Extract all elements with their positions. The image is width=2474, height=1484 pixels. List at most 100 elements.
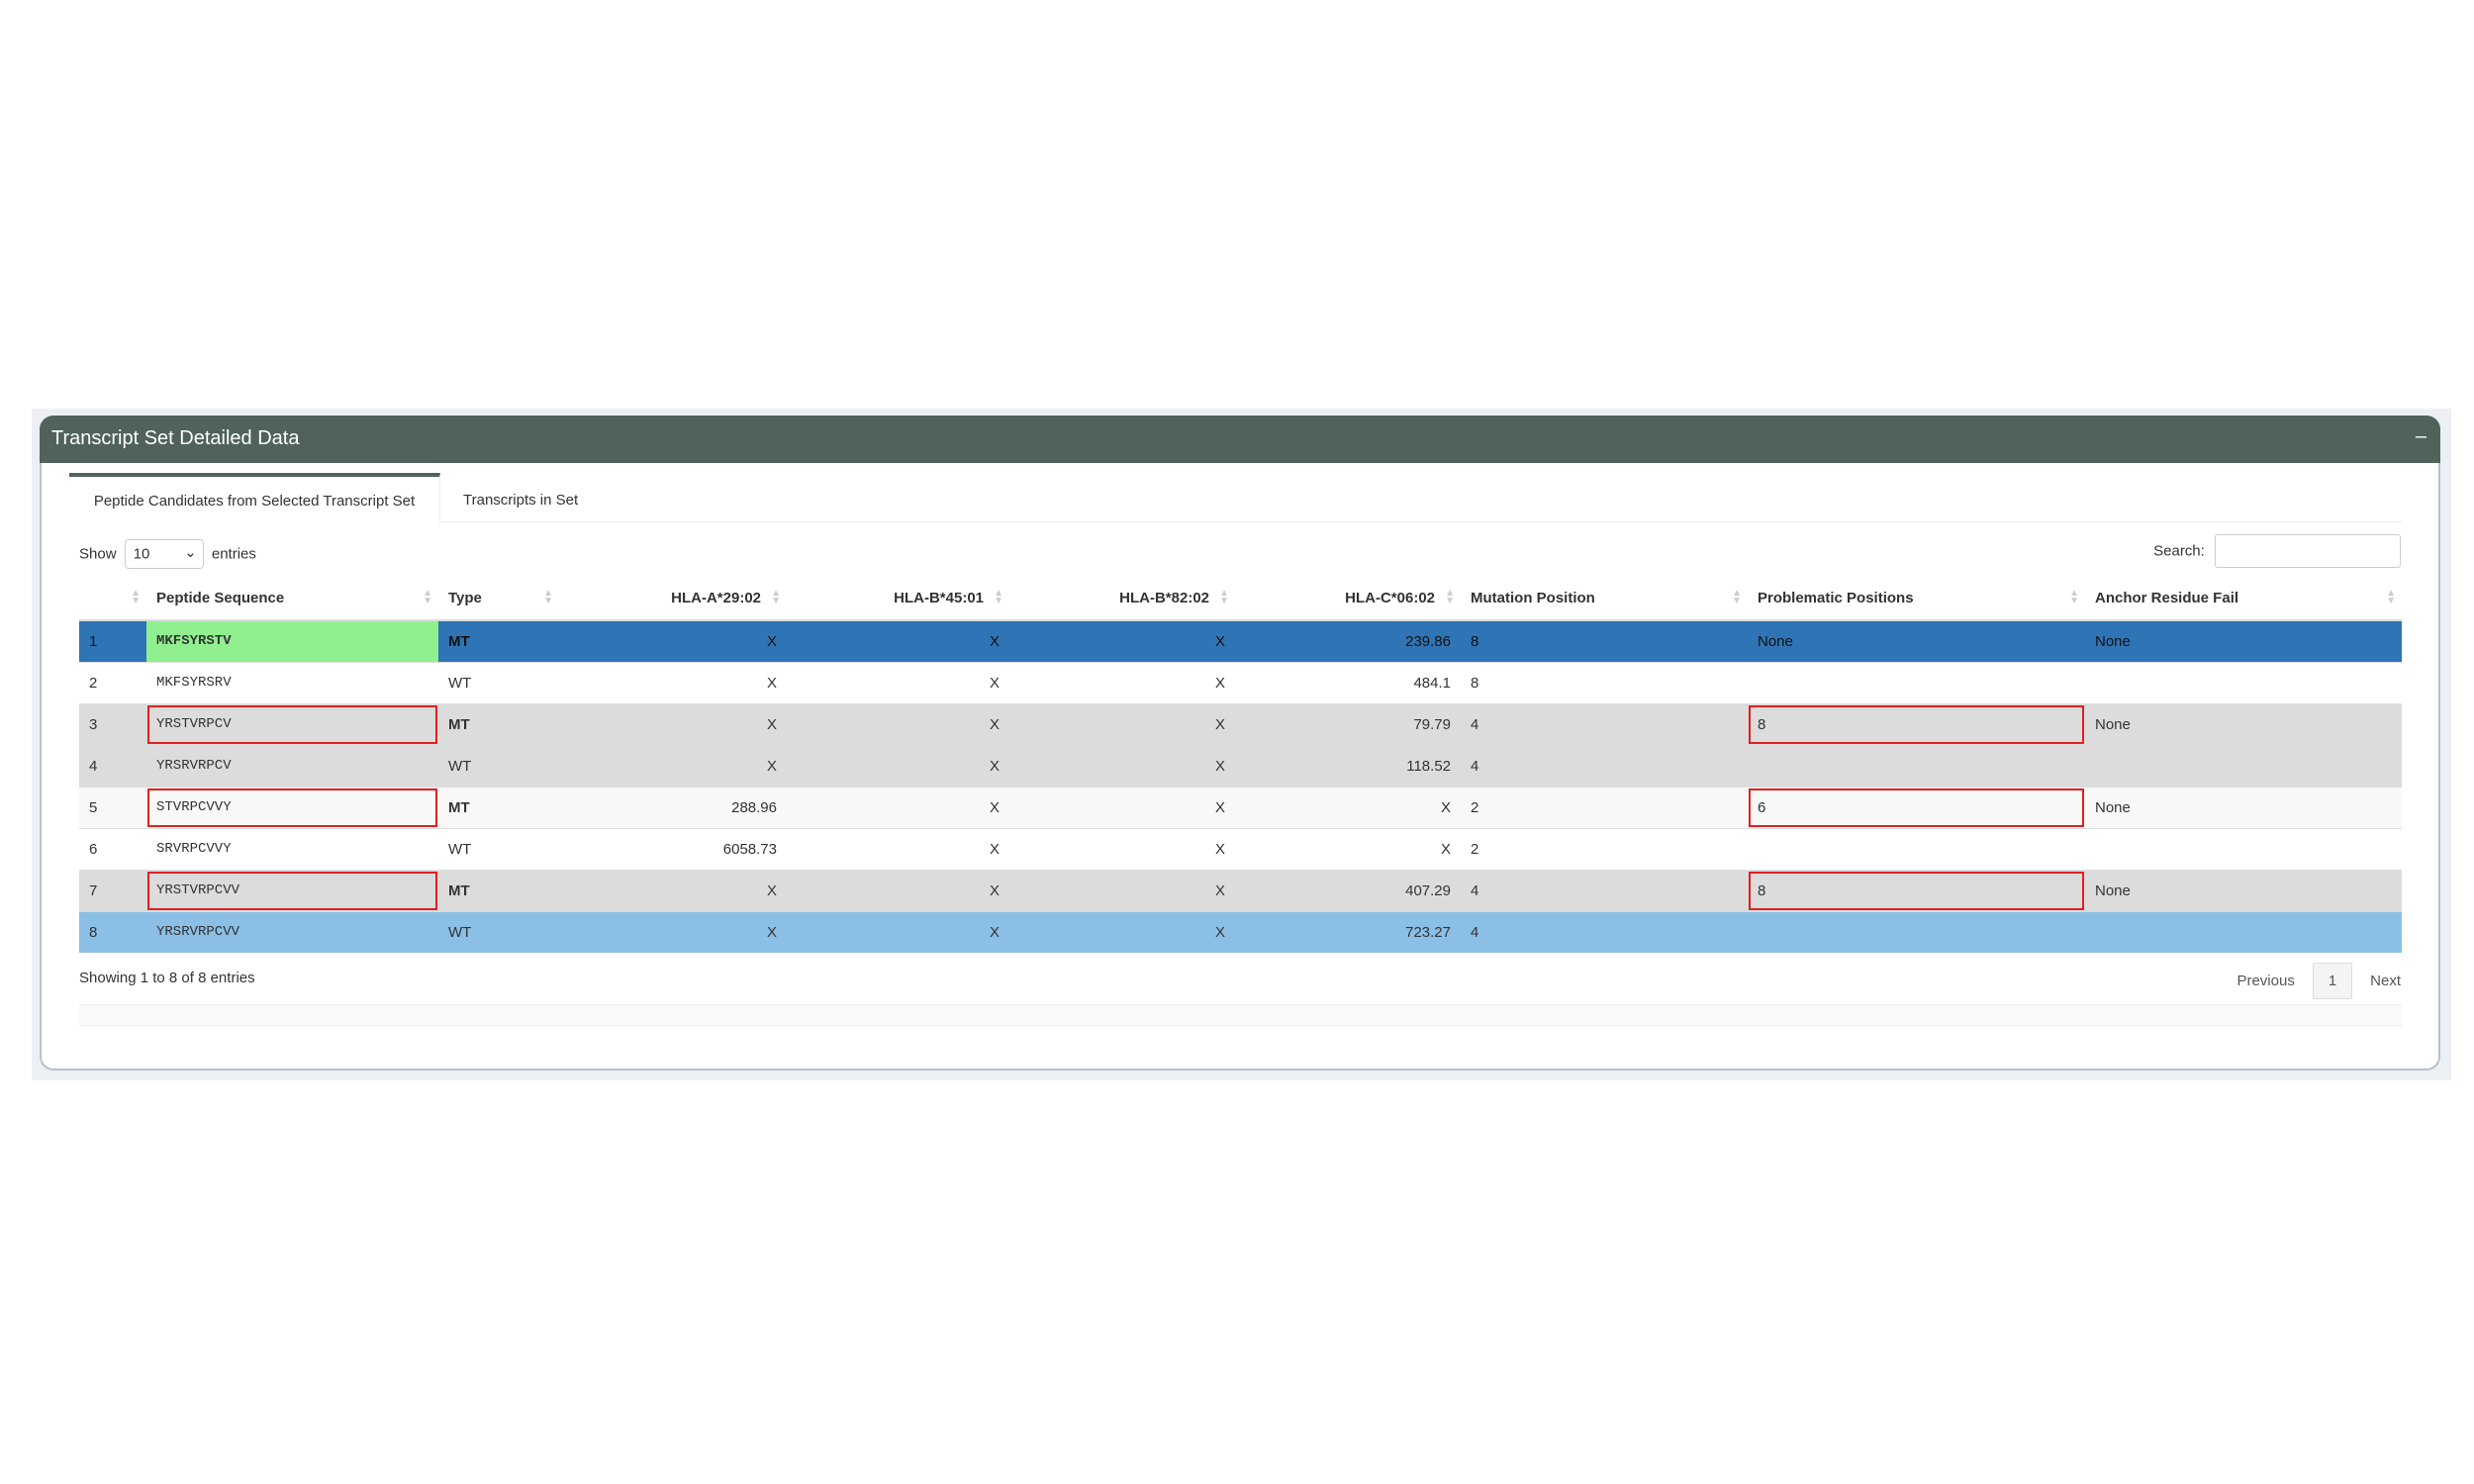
column-header[interactable]: Peptide Sequence ▲ ▼: [146, 577, 438, 621]
length-menu: Show 10 ⌄ entries: [79, 539, 256, 569]
table-cell: None: [2085, 619, 2402, 662]
tab-transcripts-in-set[interactable]: Transcripts in Set: [463, 473, 578, 522]
table-cell: X: [1009, 910, 1235, 953]
table-cell: 2: [1461, 786, 1748, 828]
search-label: Search:: [2153, 542, 2205, 560]
table-cell: 8: [1461, 661, 1748, 703]
chevron-down-icon: ⌄: [184, 544, 197, 561]
flag-highlight: [1749, 871, 2084, 910]
table-cell: X: [1009, 786, 1235, 828]
column-header[interactable]: Type ▲ ▼: [438, 577, 559, 621]
table-row[interactable]: 4 YRSRVRPCV WT X X X 118.52 4: [79, 744, 2402, 787]
table-row[interactable]: 6 SRVRPCVVY WT 6058.73 X X X 2: [79, 827, 2402, 870]
table-cell: 3: [79, 702, 146, 745]
entries-value: 10: [133, 545, 150, 563]
table-row[interactable]: 2 MKFSYRSRV WT X X X 484.1 8: [79, 661, 2402, 703]
show-label: Show: [79, 545, 117, 563]
flag-highlight: [147, 871, 437, 910]
page-1-button[interactable]: 1: [2312, 963, 2352, 999]
table-cell: WT: [438, 661, 559, 703]
table-cell: X: [787, 661, 1009, 703]
sort-icon: ▲ ▼: [994, 588, 1003, 606]
peptide-table: ▲ ▼ Peptide Sequence ▲ ▼ Type ▲ ▼ HLA-A*29:02 ▲ ▼ H…: [79, 577, 2402, 953]
table-cell: 8: [1748, 702, 2085, 745]
table-cell: X: [787, 702, 1009, 745]
table-cell: X: [559, 702, 787, 745]
column-header-label: Peptide Sequence: [156, 590, 285, 606]
table-cell: None: [2085, 702, 2402, 745]
column-header-label: Type: [448, 590, 482, 606]
column-header[interactable]: Problematic Positions ▲ ▼: [1748, 577, 2085, 621]
column-header-label: HLA-B*82:02: [1119, 590, 1209, 606]
table-cell: 2: [79, 661, 146, 703]
panel-header: Transcript Set Detailed Data –: [40, 416, 2440, 463]
column-header[interactable]: ▲ ▼: [79, 577, 146, 621]
flag-highlight: [147, 704, 437, 744]
table-cell: [1748, 910, 2085, 953]
table-cell: [2085, 910, 2402, 953]
entries-select[interactable]: 10 ⌄: [124, 539, 204, 569]
next-button[interactable]: Next: [2370, 973, 2401, 989]
previous-button[interactable]: Previous: [2236, 973, 2294, 989]
table-cell: 1: [79, 619, 146, 662]
table-cell: X: [1235, 786, 1461, 828]
table-cell: 5: [79, 786, 146, 828]
column-header[interactable]: Mutation Position ▲ ▼: [1461, 577, 1748, 621]
table-cell: 6: [79, 827, 146, 870]
table-cell: MT: [438, 702, 559, 745]
table-cell: 8: [1748, 869, 2085, 911]
table-row[interactable]: 1 MKFSYRSTV MT X X X 239.86 8 None None: [79, 619, 2402, 662]
table-cell: 4: [1461, 910, 1748, 953]
table-cell: 8: [79, 910, 146, 953]
table-row[interactable]: 8 YRSRVRPCVV WT X X X 723.27 4: [79, 910, 2402, 953]
column-header[interactable]: Anchor Residue Fail ▲ ▼: [2085, 577, 2402, 621]
collapse-button[interactable]: –: [2416, 425, 2426, 448]
table-row[interactable]: 3 YRSTVRPCV MT X X X 79.79 4 8 None: [79, 702, 2402, 745]
table-cell: X: [787, 619, 1009, 662]
column-header[interactable]: HLA-C*06:02 ▲ ▼: [1235, 577, 1461, 621]
sort-icon: ▲ ▼: [1732, 588, 1742, 606]
table-cell: X: [559, 869, 787, 911]
table-cell: 6: [1748, 786, 2085, 828]
table-cell: MT: [438, 869, 559, 911]
table-cell: X: [559, 661, 787, 703]
table-cell: MKFSYRSRV: [146, 661, 438, 703]
column-header[interactable]: HLA-A*29:02 ▲ ▼: [559, 577, 787, 621]
column-header[interactable]: HLA-B*82:02 ▲ ▼: [1009, 577, 1235, 621]
table-row[interactable]: 5 STVRPCVVY MT 288.96 X X X 2 6 None: [79, 786, 2402, 828]
search-input[interactable]: [2215, 534, 2401, 568]
table-cell: X: [1009, 827, 1235, 870]
table-cell: X: [1235, 827, 1461, 870]
column-header-label: Anchor Residue Fail: [2095, 590, 2239, 606]
table-cell: 4: [1461, 744, 1748, 787]
table-cell: X: [787, 910, 1009, 953]
table-cell: WT: [438, 827, 559, 870]
sort-icon: ▲ ▼: [423, 588, 432, 606]
scroll-footer: [79, 1004, 2402, 1026]
table-cell: None: [1748, 619, 2085, 662]
table-cell: X: [1009, 661, 1235, 703]
table-row[interactable]: 7 YRSTVRPCVV MT X X X 407.29 4 8 None: [79, 869, 2402, 911]
column-header[interactable]: HLA-B*45:01 ▲ ▼: [787, 577, 1009, 621]
table-cell: STVRPCVVY: [146, 786, 438, 828]
search-area: Search:: [2153, 534, 2401, 568]
table-cell: WT: [438, 910, 559, 953]
sort-icon: ▲ ▼: [543, 588, 553, 606]
table-cell: X: [1009, 744, 1235, 787]
tab-peptide-candidates[interactable]: Peptide Candidates from Selected Transcr…: [69, 473, 440, 522]
table-cell: MT: [438, 786, 559, 828]
column-header-label: HLA-C*06:02: [1345, 590, 1435, 606]
flag-highlight: [1749, 704, 2084, 744]
tab-bar: Peptide Candidates from Selected Transcr…: [69, 473, 2402, 522]
table-cell: X: [1009, 702, 1235, 745]
table-cell: X: [559, 910, 787, 953]
table-cell: 4: [1461, 869, 1748, 911]
table-cell: [2085, 661, 2402, 703]
sort-icon: ▲ ▼: [131, 588, 141, 606]
table-cell: MKFSYRSTV: [146, 619, 438, 662]
entries-label: entries: [211, 545, 256, 563]
table-cell: 6058.73: [559, 827, 787, 870]
table-cell: [1748, 744, 2085, 787]
table-cell: 2: [1461, 827, 1748, 870]
table-cell: YRSTVRPCV: [146, 702, 438, 745]
